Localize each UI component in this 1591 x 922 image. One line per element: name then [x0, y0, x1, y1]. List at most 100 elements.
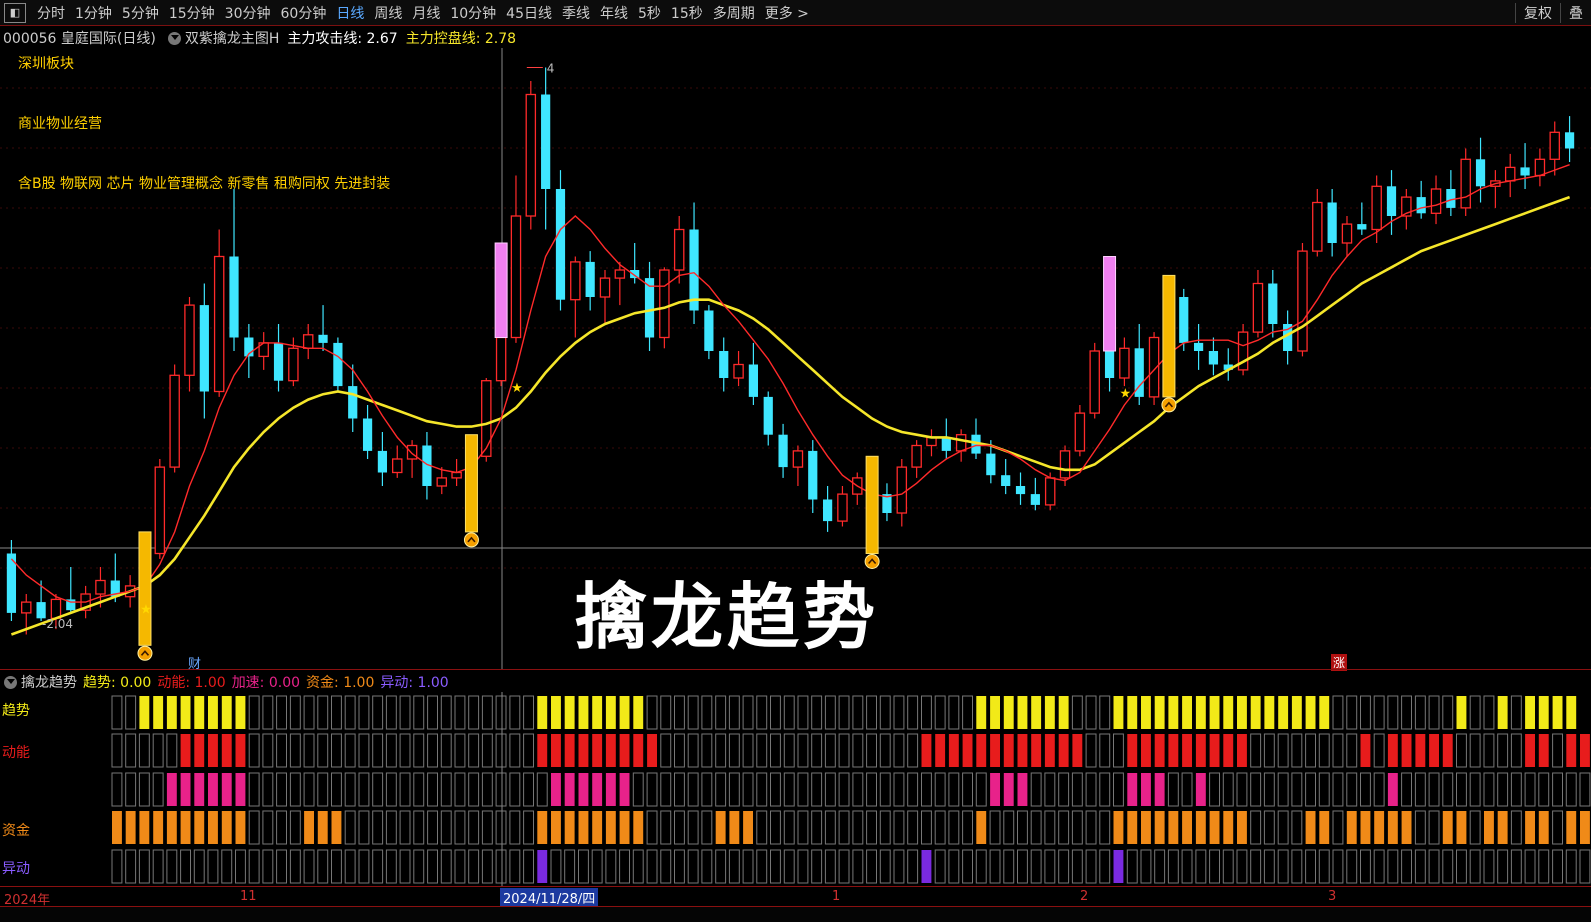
capital-bar: [1387, 811, 1398, 844]
momentum-bar: [1497, 733, 1509, 768]
capital-bar: [331, 811, 342, 844]
trend-bar: [1031, 696, 1042, 729]
momentum-bar: [893, 733, 905, 768]
tab-period-5[interactable]: 60分钟: [276, 3, 332, 23]
tab-period-12[interactable]: 年线: [595, 3, 633, 23]
capital-bar: [1497, 811, 1508, 844]
accel-bar: [1141, 773, 1151, 806]
momentum-bar: [907, 733, 919, 768]
trend-bar: [783, 695, 795, 730]
capital-bar: [317, 811, 328, 844]
accel-bar: [152, 772, 164, 807]
capital-bar: [125, 811, 136, 844]
accel-bar: [619, 773, 630, 806]
anomaly-bar: [125, 849, 137, 884]
candle-body-up: [391, 458, 403, 474]
capital-bar: [907, 810, 919, 845]
trend-bar: [1085, 695, 1097, 730]
tab-period-6[interactable]: 日线: [331, 3, 369, 23]
trend-bar: [1346, 695, 1358, 730]
anomaly-bar: [578, 849, 589, 884]
accel-bar: [934, 772, 946, 807]
anomaly-bar: [756, 849, 768, 884]
tab-period-14[interactable]: 15秒: [666, 3, 708, 23]
accel-bar: [248, 772, 260, 807]
capital-bar: [509, 810, 521, 845]
candle-body-up: [451, 471, 462, 479]
tab-period-7[interactable]: 周线: [369, 3, 407, 23]
capital-bar: [934, 810, 946, 845]
overlay-button[interactable]: 叠: [1560, 3, 1591, 23]
momentum-bar: [111, 733, 123, 768]
anomaly-bar: [1414, 849, 1426, 884]
accel-bar: [1442, 772, 1454, 807]
trend-bar: [838, 695, 850, 730]
tab-period-4[interactable]: 30分钟: [220, 3, 276, 23]
trend-bar: [125, 695, 137, 730]
candle-body-down: [585, 261, 595, 297]
momentum-bar: [1291, 733, 1303, 768]
tab-period-11[interactable]: 季线: [557, 3, 595, 23]
anomaly-bar: [399, 849, 411, 884]
trend-bar: [811, 695, 823, 730]
tab-period-1[interactable]: 1分钟: [70, 3, 117, 23]
candle-body-down: [778, 434, 788, 468]
anomaly-bar: [605, 849, 617, 884]
anomaly-bar: [468, 849, 480, 884]
anomaly-bar: [701, 849, 713, 884]
accel-bar: [1127, 773, 1138, 806]
trend-bar: [1195, 696, 1206, 729]
tab-period-3[interactable]: 15分钟: [164, 3, 220, 23]
trend-bar: [1291, 696, 1302, 729]
candle-body-down: [719, 351, 729, 378]
candle-body-down: [1015, 486, 1026, 495]
accel-bar: [289, 772, 301, 807]
trend-bar: [1141, 696, 1151, 729]
accel-bar: [1346, 772, 1358, 807]
dropdown-circle-icon[interactable]: [167, 31, 181, 45]
indicator-bars-chart[interactable]: [0, 692, 1591, 886]
candle-body-up: [169, 374, 180, 468]
candle-body-down: [644, 278, 655, 338]
bottom-scroll-strip[interactable]: [0, 906, 1591, 922]
sidebar-toggle-icon[interactable]: ◧: [4, 2, 26, 23]
anomaly-bar: [1387, 849, 1399, 884]
candle-body-down: [36, 602, 46, 619]
tab-period-10[interactable]: 45日线: [501, 3, 557, 23]
tab-period-16[interactable]: 更多 >: [760, 3, 814, 23]
accel-bar: [331, 772, 342, 807]
candle-body-up: [1549, 131, 1560, 160]
anomaly-bar: [1291, 849, 1303, 884]
tab-period-9[interactable]: 10分钟: [445, 3, 501, 23]
indicator-name[interactable]: 双紫擒龙主图H: [185, 28, 280, 48]
indicator-panel-name[interactable]: 擒龙趋势: [21, 672, 77, 692]
momentum-bar: [468, 733, 480, 768]
trend-bar: [578, 696, 589, 729]
candle-body-down: [986, 453, 996, 476]
capital-bar: [208, 811, 218, 844]
trend-bar: [770, 695, 781, 730]
anomaly-bar: [1346, 849, 1358, 884]
tab-period-8[interactable]: 月线: [407, 3, 445, 23]
momentum-bar: [990, 734, 1000, 767]
trend-bar: [742, 695, 754, 730]
tab-period-13[interactable]: 5秒: [633, 3, 666, 23]
tab-period-0[interactable]: 分时: [32, 3, 70, 23]
tab-period-2[interactable]: 5分钟: [117, 3, 164, 23]
accel-bar: [413, 772, 425, 807]
momentum-bar: [262, 733, 274, 768]
trend-bar: [701, 695, 713, 730]
accel-bar: [1579, 772, 1591, 807]
fuquan-button[interactable]: 复权: [1515, 3, 1560, 23]
buy-signal-icon: [137, 645, 153, 661]
trend-bar: [399, 695, 411, 730]
capital-bar: [262, 810, 274, 845]
accel-bar: [166, 773, 177, 806]
momentum-bar: [1332, 733, 1344, 768]
tab-period-15[interactable]: 多周期: [708, 3, 760, 23]
indicator-dropdown-icon[interactable]: [4, 675, 17, 689]
accel-bar: [1277, 772, 1289, 807]
anomaly-bar: [1044, 849, 1056, 884]
momentum-bar: [1387, 734, 1398, 767]
capital-bar: [139, 811, 150, 844]
